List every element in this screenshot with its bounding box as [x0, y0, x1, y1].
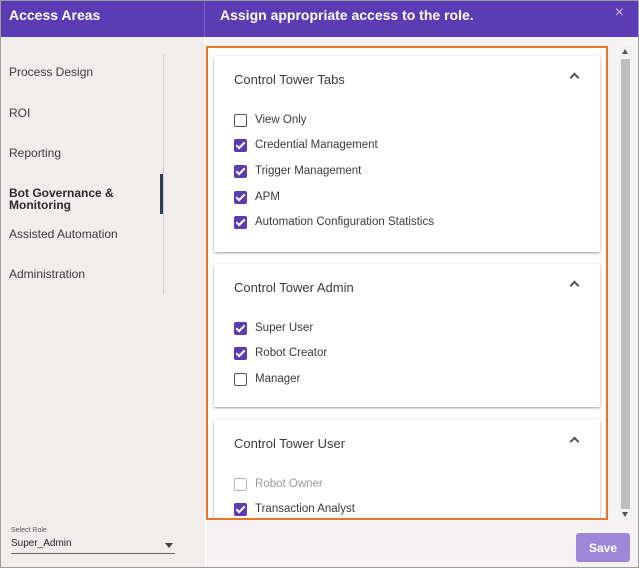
checkbox-robot-creator[interactable] — [234, 346, 247, 360]
label-apm: APM — [255, 191, 280, 203]
close-icon[interactable]: × — [615, 4, 624, 22]
card-title-control-tower-tabs: Control Tower Tabs — [234, 72, 345, 87]
card-control-tower-user: Control Tower User Robot Owner Transacti… — [214, 420, 600, 518]
select-role: Select Role Super_Admin — [11, 527, 175, 554]
option-robot-owner[interactable]: Robot Owner — [234, 476, 323, 492]
sidebar-item-administration[interactable]: Administration — [9, 267, 85, 281]
assign-access-title: Assign appropriate access to the role. × — [206, 1, 638, 37]
access-options-panel: Control Tower Tabs View Only Credential … — [206, 46, 608, 520]
caret-down-icon — [165, 543, 173, 548]
card-title-control-tower-user: Control Tower User — [234, 436, 346, 451]
sidebar-item-reporting[interactable]: Reporting — [9, 146, 61, 160]
checkbox-manager[interactable] — [234, 372, 247, 386]
checkbox-super-user[interactable] — [234, 321, 247, 335]
assign-access-title-text: Assign appropriate access to the role. — [220, 7, 474, 23]
option-apm[interactable]: APM — [234, 189, 280, 205]
checkbox-transaction-analyst[interactable] — [234, 502, 247, 516]
card-control-tower-tabs: Control Tower Tabs View Only Credential … — [214, 56, 600, 252]
sidebar-item-process-design[interactable]: Process Design — [9, 65, 93, 79]
option-automation-configuration-statistics[interactable]: Automation Configuration Statistics — [234, 214, 434, 230]
label-robot-owner: Robot Owner — [255, 478, 323, 490]
checkbox-automation-configuration-statistics[interactable] — [234, 215, 247, 229]
sidebar-active-indicator — [160, 174, 163, 214]
sidebar-item-assisted-automation[interactable]: Assisted Automation — [9, 227, 118, 241]
checkbox-trigger-management[interactable] — [234, 164, 247, 178]
sidebar-item-bot-governance-line2: Monitoring — [9, 198, 71, 212]
checkbox-view-only[interactable] — [234, 113, 247, 127]
select-role-label: Select Role — [11, 527, 47, 534]
sidebar-scroll-track — [163, 54, 164, 294]
chevron-up-icon[interactable] — [569, 436, 580, 447]
chevron-up-icon[interactable] — [569, 280, 580, 291]
select-role-dropdown[interactable]: Super_Admin — [11, 538, 175, 554]
main-scrollbar[interactable] — [619, 46, 632, 520]
label-trigger-management: Trigger Management — [255, 165, 362, 177]
option-trigger-management[interactable]: Trigger Management — [234, 163, 361, 179]
option-super-user[interactable]: Super User — [234, 320, 313, 336]
access-areas-title: Access Areas — [1, 1, 205, 37]
option-credential-management[interactable]: Credential Management — [234, 137, 378, 153]
card-control-tower-admin: Control Tower Admin Super User Robot Cre… — [214, 264, 600, 407]
dialog-header: Access Areas Assign appropriate access t… — [1, 1, 638, 37]
option-view-only[interactable]: View Only — [234, 112, 307, 128]
label-robot-creator: Robot Creator — [255, 347, 328, 359]
label-automation-configuration-statistics: Automation Configuration Statistics — [255, 216, 434, 228]
chevron-up-icon[interactable] — [569, 72, 580, 83]
label-credential-management: Credential Management — [255, 139, 378, 151]
save-button[interactable]: Save — [576, 533, 630, 562]
label-manager: Manager — [255, 373, 301, 385]
sidebar-item-roi[interactable]: ROI — [9, 106, 30, 120]
card-title-control-tower-admin: Control Tower Admin — [234, 280, 354, 295]
checkbox-credential-management[interactable] — [234, 138, 247, 152]
option-manager[interactable]: Manager — [234, 371, 300, 387]
main-panel: Control Tower Tabs View Only Credential … — [206, 37, 638, 567]
label-view-only: View Only — [255, 114, 307, 126]
checkbox-apm[interactable] — [234, 190, 247, 204]
label-super-user: Super User — [255, 322, 314, 334]
label-transaction-analyst: Transaction Analyst — [255, 503, 355, 515]
scroll-down-icon[interactable] — [622, 512, 628, 517]
option-robot-creator[interactable]: Robot Creator — [234, 345, 327, 361]
option-transaction-analyst[interactable]: Transaction Analyst — [234, 501, 355, 517]
scroll-up-icon[interactable] — [622, 49, 628, 54]
access-areas-sidebar: Process Design ROI Reporting Bot Governa… — [1, 37, 205, 567]
select-role-value: Super_Admin — [11, 538, 72, 549]
scroll-thumb[interactable] — [621, 59, 630, 509]
access-dialog: Access Areas Assign appropriate access t… — [0, 0, 639, 568]
checkbox-robot-owner[interactable] — [234, 477, 247, 491]
sidebar-item-bot-governance[interactable]: Bot Governance & Monitoring — [9, 187, 114, 211]
